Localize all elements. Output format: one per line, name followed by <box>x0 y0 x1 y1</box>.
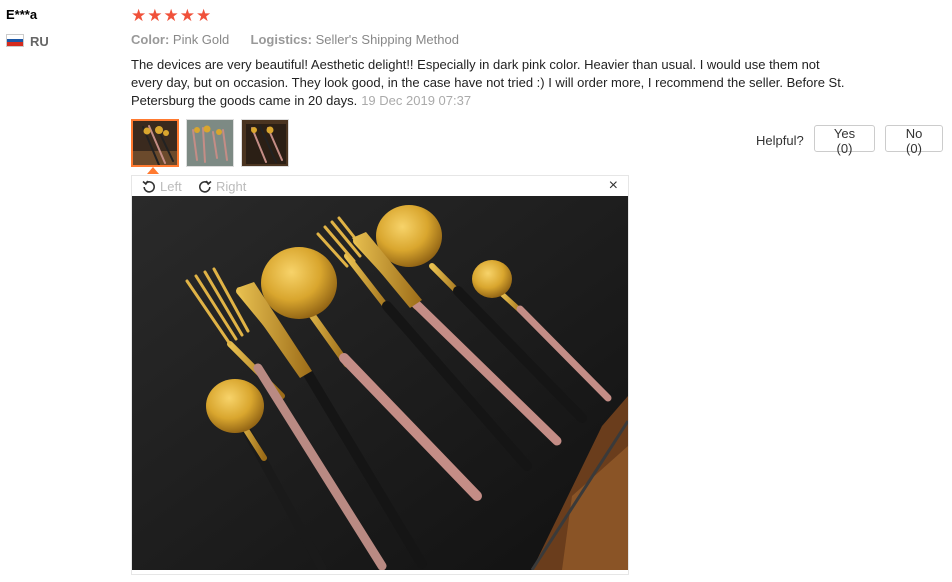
rotate-left-button[interactable]: Left <box>141 178 182 194</box>
review-text: The devices are very beautiful! Aestheti… <box>131 57 845 108</box>
logistics-value: Seller's Shipping Method <box>315 32 459 47</box>
rotate-left-label: Left <box>160 178 182 194</box>
russia-flag-icon <box>6 34 24 47</box>
helpful-no-button[interactable]: No (0) <box>885 125 943 156</box>
photo-viewer-toolbar: Left Right × <box>132 176 628 196</box>
color-value: Pink Gold <box>172 32 230 47</box>
rotate-right-label: Right <box>216 178 247 194</box>
review-attributes: Color: Pink Gold Logistics: Seller's Shi… <box>131 32 459 47</box>
review-photo-thumbnail-2[interactable] <box>186 119 234 167</box>
logistics-label: Logistics: <box>250 32 312 47</box>
active-thumbnail-pointer <box>147 167 159 174</box>
photo-viewer: Left Right × <box>131 175 629 575</box>
rotate-left-icon <box>142 180 155 193</box>
star-rating: ★★★★★ <box>131 6 213 25</box>
helpful-label: Helpful? <box>756 133 804 148</box>
review-body: The devices are very beautiful! Aestheti… <box>131 56 851 110</box>
rotate-right-icon <box>199 180 212 193</box>
review-photo-thumbnail-3[interactable] <box>241 119 289 167</box>
review-date: 19 Dec 2019 07:37 <box>361 93 472 108</box>
rotate-right-button[interactable]: Right <box>197 178 246 194</box>
review-photo-large <box>132 196 628 570</box>
reviewer-name: E***a <box>6 7 38 22</box>
reviewer-country: RU <box>30 34 49 49</box>
color-label: Color: <box>131 32 170 47</box>
review-photo-thumbnail-1[interactable] <box>131 119 179 167</box>
helpful-yes-button[interactable]: Yes (0) <box>814 125 875 156</box>
close-icon[interactable]: × <box>609 177 618 195</box>
